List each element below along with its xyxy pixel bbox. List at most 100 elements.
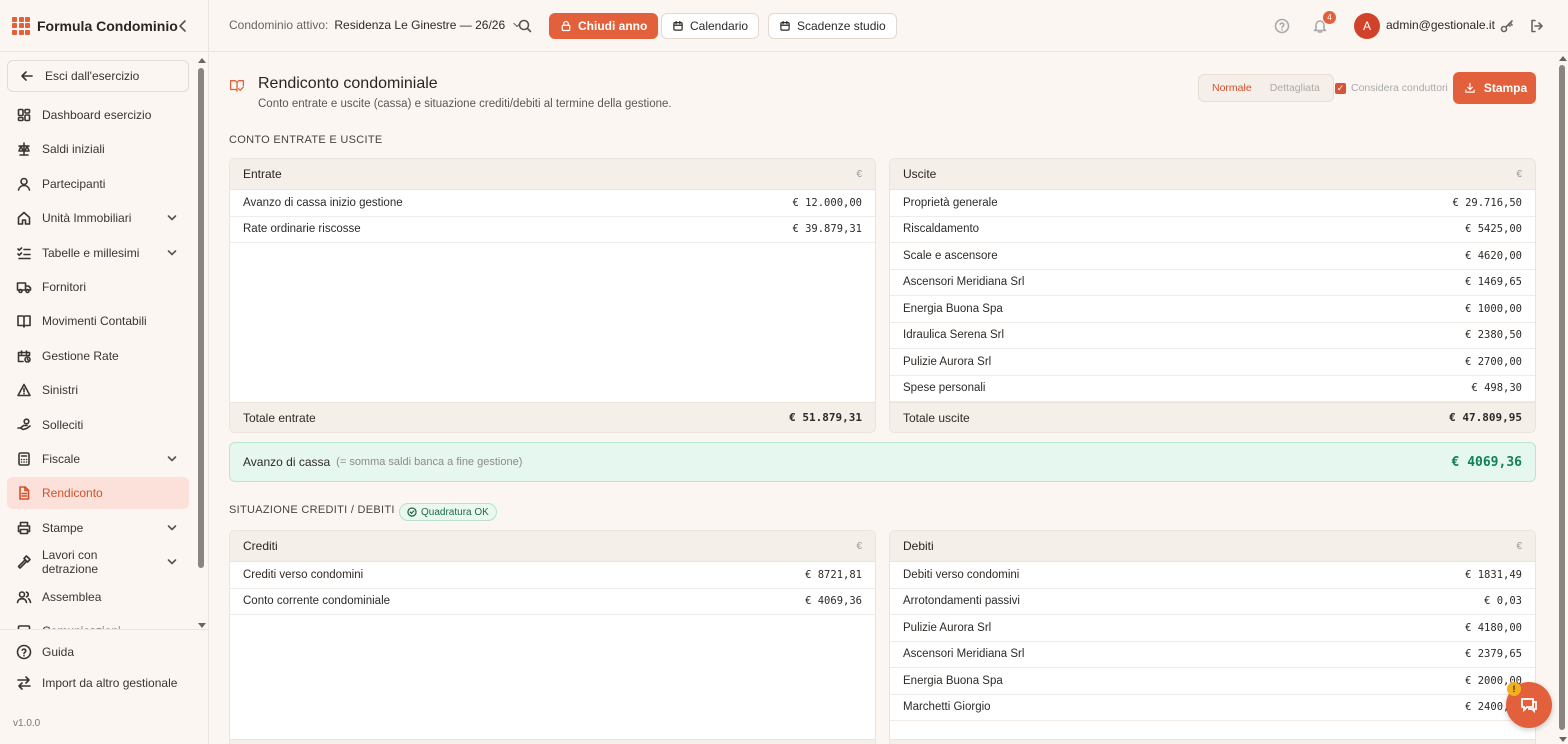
row-label: Pulizie Aurora Srl bbox=[903, 355, 992, 368]
deadlines-label: Scadenze studio bbox=[797, 19, 886, 33]
active-condominium-selector[interactable]: Condominio attivo: Residenza Le Ginestre… bbox=[229, 18, 523, 32]
sidebar-item-label: Movimenti Contabili bbox=[42, 314, 147, 329]
close-year-button[interactable]: Chiudi anno bbox=[549, 13, 659, 39]
sidebar-item-guida[interactable]: Guida bbox=[7, 636, 189, 668]
calendar-check-icon bbox=[779, 20, 791, 32]
sidebar-item-label: Assemblea bbox=[42, 589, 102, 604]
hand-coins-icon bbox=[16, 417, 32, 433]
row-value: € 29.716,50 bbox=[1452, 196, 1522, 209]
sidebar-item-label: Lavori con detrazione bbox=[42, 548, 99, 577]
table-row: Debiti verso condomini € 1831,49 bbox=[890, 562, 1535, 589]
calendar-icon bbox=[672, 20, 684, 32]
sidebar-item-partecipanti[interactable]: Partecipanti bbox=[7, 168, 189, 200]
main-content: Rendiconto condominiale Conto entrate e … bbox=[209, 53, 1557, 744]
sidebar-item-movimenti-contabili[interactable]: Movimenti Contabili bbox=[7, 305, 189, 337]
print-button[interactable]: Stampa bbox=[1453, 72, 1536, 104]
sidebar-item-label: Unità Immobiliari bbox=[42, 211, 132, 226]
debts-panel: Debiti € Debiti verso condomini € 1831,49 Ar… bbox=[889, 530, 1536, 744]
chevron-down-icon[interactable] bbox=[164, 520, 180, 536]
exit-exercise-button[interactable]: Esci dall'esercizio bbox=[7, 60, 189, 92]
sidebar-item-dashboard-esercizio[interactable]: Dashboard esercizio bbox=[7, 99, 189, 131]
help-icon[interactable] bbox=[1274, 18, 1290, 34]
cash-surplus-label: Avanzo di cassa bbox=[243, 455, 331, 469]
sidebar-item-label: Saldi iniziali bbox=[42, 142, 105, 157]
view-normal-option[interactable]: Normale bbox=[1203, 82, 1261, 94]
panel-title: Crediti bbox=[243, 539, 278, 553]
row-value: € 1000,00 bbox=[1465, 302, 1522, 315]
sidebar-item-tabelle-e-millesimi[interactable]: Tabelle e millesimi bbox=[7, 237, 189, 269]
chevron-down-icon[interactable] bbox=[164, 245, 180, 261]
sidebar-bottom: Guida Import da altro gestionale bbox=[0, 629, 209, 690]
close-year-label: Chiudi anno bbox=[578, 19, 648, 33]
collapse-sidebar-icon[interactable] bbox=[175, 18, 191, 34]
table-row: Idraulica Serena Srl € 2380,50 bbox=[890, 323, 1535, 349]
home-icon bbox=[16, 210, 32, 226]
row-label: Riscaldamento bbox=[903, 223, 980, 236]
panel-title: Entrate bbox=[243, 167, 282, 181]
help-circle-icon bbox=[16, 644, 32, 660]
calendar-button[interactable]: Calendario bbox=[661, 13, 760, 39]
logout-icon[interactable] bbox=[1529, 18, 1545, 34]
currency-symbol: € bbox=[1516, 540, 1522, 552]
sidebar-item-fiscale[interactable]: Fiscale bbox=[7, 443, 189, 475]
chat-icon bbox=[1519, 695, 1539, 715]
chevron-down-icon[interactable] bbox=[164, 210, 180, 226]
sidebar-item-gestione-rate[interactable]: Gestione Rate bbox=[7, 340, 189, 372]
sidebar-item-lavori-con-detrazione[interactable]: Lavori con detrazione bbox=[7, 546, 189, 578]
sidebar-item-saldi-iniziali[interactable]: Saldi iniziali bbox=[7, 133, 189, 165]
row-label: Debiti verso condomini bbox=[903, 568, 1020, 581]
sidebar-item-sinistri[interactable]: Sinistri bbox=[7, 374, 189, 406]
sidebar-item-comunicazioni[interactable]: Comunicazioni bbox=[7, 615, 189, 629]
tenants-checkbox[interactable]: ✓ Considera conduttori bbox=[1335, 82, 1448, 94]
print-label: Stampa bbox=[1483, 81, 1528, 95]
sidebar-item-label: Sinistri bbox=[42, 383, 79, 398]
sidebar-item-assemblea[interactable]: Assemblea bbox=[7, 581, 189, 613]
user-email[interactable]: admin@gestionale.it bbox=[1386, 18, 1495, 32]
sidebar-scrollbar[interactable] bbox=[196, 56, 207, 628]
total-label: Totale uscite bbox=[903, 410, 970, 425]
search-icon[interactable] bbox=[517, 18, 533, 34]
panel-total-row: Totale debiti€ 12.791,17 bbox=[890, 739, 1535, 744]
checkbox-checked-icon: ✓ bbox=[1335, 82, 1346, 94]
row-label: Crediti verso condomini bbox=[243, 568, 364, 581]
sidebar-item-solleciti[interactable]: Solleciti bbox=[7, 409, 189, 441]
sidebar-nav: Dashboard esercizio Saldi iniziali Parteci… bbox=[0, 99, 195, 629]
sidebar-item-label: Tabelle e millesimi bbox=[42, 245, 140, 260]
row-label: Rate ordinarie riscosse bbox=[243, 223, 361, 236]
avatar[interactable]: A bbox=[1354, 13, 1380, 39]
view-detailed-option[interactable]: Dettagliata bbox=[1261, 82, 1329, 94]
sidebar-item-fornitori[interactable]: Fornitori bbox=[7, 271, 189, 303]
sidebar-item-import[interactable]: Import da altro gestionale bbox=[7, 667, 189, 699]
currency-symbol: € bbox=[1516, 168, 1522, 180]
app-version: v1.0.0 bbox=[13, 718, 41, 729]
row-value: € 4620,00 bbox=[1465, 249, 1522, 262]
table-row: Arrotondamenti passivi € 0,03 bbox=[890, 589, 1535, 615]
panel-title: Uscite bbox=[903, 167, 937, 181]
row-value: € 39.879,31 bbox=[792, 223, 862, 236]
table-row: Avanzo di cassa inizio gestione € 12.000,… bbox=[230, 190, 875, 217]
deadlines-button[interactable]: Scadenze studio bbox=[768, 13, 897, 39]
sidebar-item-rendiconto[interactable]: Rendiconto bbox=[7, 477, 189, 510]
chevron-down-icon[interactable] bbox=[164, 554, 180, 570]
book-icon bbox=[16, 313, 32, 329]
main-scrollbar[interactable] bbox=[1557, 53, 1568, 744]
active-condominium-value: Residenza Le Ginestre — 26/26 bbox=[334, 18, 506, 32]
user-icon bbox=[16, 176, 32, 192]
table-row: Marchetti Giorgio € 2400,00 bbox=[890, 695, 1535, 721]
active-condominium-label: Condominio attivo: bbox=[229, 18, 329, 32]
printer-icon bbox=[16, 520, 32, 536]
key-icon[interactable] bbox=[1499, 18, 1515, 34]
calculator-icon bbox=[16, 451, 32, 467]
chevron-down-icon[interactable] bbox=[164, 451, 180, 467]
cash-surplus-value: € 4069,36 bbox=[1451, 454, 1522, 470]
sidebar-item-stampe[interactable]: Stampe bbox=[7, 512, 189, 544]
scale-icon bbox=[16, 141, 32, 157]
page-subtitle: Conto entrate e uscite (cassa) e situazi… bbox=[258, 98, 672, 110]
book-check-icon bbox=[229, 77, 245, 93]
sidebar-item-label: Fiscale bbox=[42, 452, 81, 466]
view-mode-toggle: Normale Dettagliata bbox=[1198, 74, 1334, 102]
row-label: Energia Buona Spa bbox=[903, 674, 1003, 687]
expenses-panel: Uscite € Proprietà generale € 29.716,50 Risc… bbox=[889, 158, 1536, 433]
sidebar-item-unit-immobiliari[interactable]: Unità Immobiliari bbox=[7, 202, 189, 234]
sidebar-item-label: Import da altro gestionale bbox=[42, 676, 178, 690]
